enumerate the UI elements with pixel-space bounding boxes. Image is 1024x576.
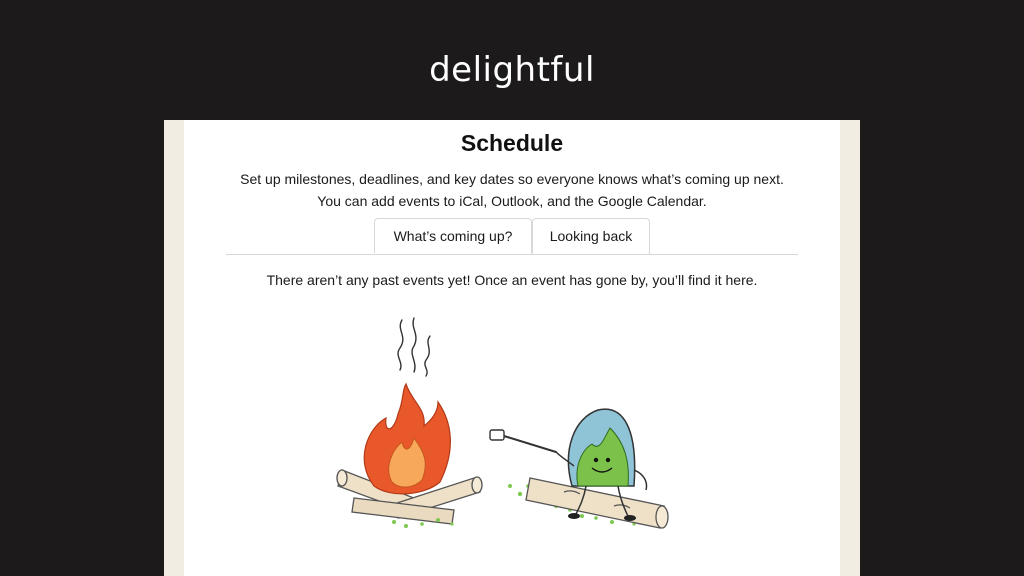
schedule-card: Schedule Set up milestones, deadlines, a… [184,120,840,576]
marshmallow-stick-icon [489,429,557,453]
tab-looking-back[interactable]: Looking back [532,218,650,254]
app-window-frame: Schedule Set up milestones, deadlines, a… [164,120,860,576]
page-title: Schedule [460,130,564,156]
empty-state-message: There aren’t any past events yet! Once a… [266,272,758,288]
schedule-tabs: What’s coming up? Looking back [226,218,798,255]
flame-icon [363,382,451,495]
slide-title: delightful [429,50,595,90]
tab-whats-coming-up[interactable]: What’s coming up? [374,218,532,253]
schedule-description: Set up milestones, deadlines, and key da… [240,171,784,209]
smoke-icon [397,317,431,377]
campfire-marshmallow-illustration [336,317,669,529]
